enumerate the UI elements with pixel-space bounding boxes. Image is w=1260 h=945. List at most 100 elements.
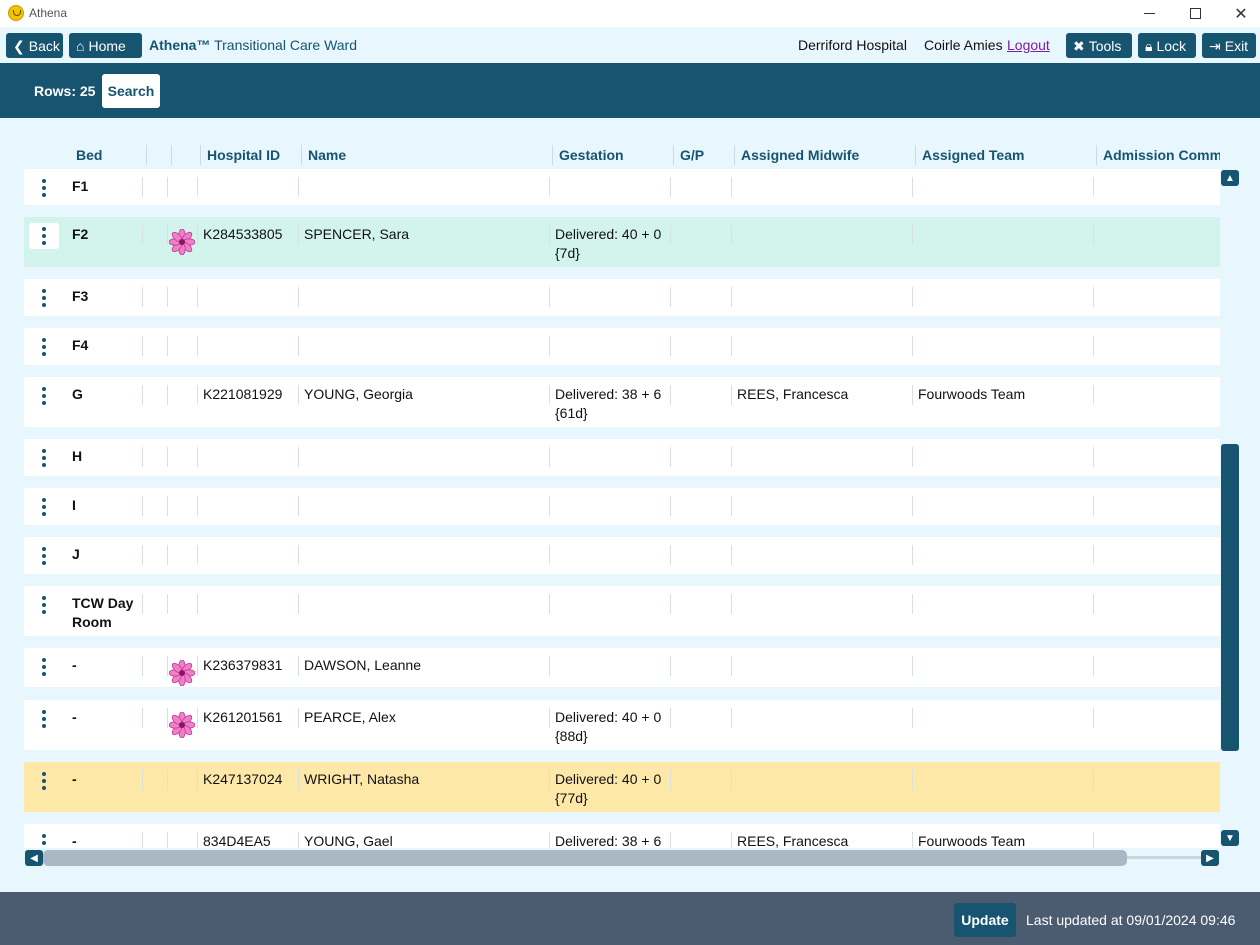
column-divider [549,385,550,405]
column-header-assigned-team[interactable]: Assigned Team [915,145,1097,165]
back-button[interactable]: ❮ Back [6,33,63,58]
kebab-dot-icon [42,463,46,467]
column-divider [1093,287,1094,307]
column-divider [670,770,671,790]
scroll-up-button[interactable]: ▲ [1221,170,1239,186]
kebab-dot-icon [42,505,46,509]
lock-button[interactable]: 🔒︎ Lock [1138,33,1196,58]
window-titlebar: Athena ✕ [0,0,1260,27]
row-menu-button[interactable] [29,285,59,311]
home-button[interactable]: ⌂ Home [69,33,142,58]
user-name: Coirle Amies [924,37,1003,53]
hospital-id-cell: K221081929 [203,386,283,402]
table-row[interactable]: F2 K284533805 SPENCER, Sara Delivered: 40 +… [24,217,1220,267]
table-row[interactable]: - K261201561 PEARCE, Alex Delivered: 40 + 0… [24,700,1220,750]
last-updated-text: Last updated at 09/01/2024 09:46 [1026,912,1236,928]
column-header-bed[interactable]: Bed [70,145,146,165]
row-menu-button[interactable] [29,494,59,520]
row-menu-button[interactable] [29,543,59,569]
kebab-dot-icon [42,596,46,600]
gestation-cell: Delivered: 40 + 0 {7d} [555,225,668,263]
kebab-dot-icon [42,186,46,190]
logout-link[interactable]: Logout [1007,37,1050,53]
table-row[interactable]: F3 [24,279,1220,316]
kebab-dot-icon [42,786,46,790]
column-divider [1093,656,1094,676]
lock-label: Lock [1156,37,1187,54]
gestation-status: Delivered: 38 + 6 [555,386,662,402]
column-divider [197,770,198,790]
horizontal-scrollbar-thumb[interactable] [43,850,1127,866]
row-menu-button[interactable] [29,592,59,618]
row-menu-button[interactable] [29,383,59,409]
table-row[interactable]: - K247137024 WRIGHT, Natasha Delivered: 40 … [24,762,1220,812]
search-button[interactable]: Search [102,74,160,108]
column-divider [298,594,299,614]
table-row[interactable]: J [24,537,1220,574]
exit-button[interactable]: ⇥ Exit [1202,33,1256,58]
column-divider [1093,225,1094,245]
table-row[interactable]: F4 [24,328,1220,365]
tools-button[interactable]: ✖ Tools [1066,33,1132,58]
scroll-right-button[interactable]: ▶ [1201,850,1219,866]
column-divider [731,545,732,565]
kebab-dot-icon [42,512,46,516]
kebab-dot-icon [42,710,46,714]
exit-icon: ⇥ [1209,37,1221,54]
maximize-button[interactable] [1172,0,1218,27]
row-menu-button[interactable] [29,830,59,848]
column-divider [731,177,732,197]
column-divider [912,832,913,848]
column-header-gp[interactable]: G/P [673,145,735,165]
column-header-hospital-id[interactable]: Hospital ID [200,145,302,165]
kebab-dot-icon [42,554,46,558]
column-divider [167,336,168,356]
table-row[interactable]: - K236379831 DAWSON, Leanne [24,648,1220,687]
table-row[interactable]: F1 [24,169,1220,205]
column-divider [197,496,198,516]
hospital-id-cell: K284533805 [203,226,283,242]
home-icon: ⌂ [76,37,85,54]
scroll-left-button[interactable]: ◀ [25,850,43,866]
row-menu-button[interactable] [29,706,59,732]
column-divider [549,708,550,728]
column-divider [670,336,671,356]
column-header-admission-comment[interactable]: Admission Comm [1096,145,1220,165]
column-header-gestation[interactable]: Gestation [552,145,674,165]
table-row[interactable]: TCW Day Room [24,586,1220,636]
column-divider [167,656,168,676]
table-row[interactable]: - 834D4EA5 YOUNG, Gael Delivered: 38 + 6 REE… [24,824,1220,848]
update-button[interactable]: Update [954,903,1016,937]
gestation-status: Delivered: 40 + 0 [555,709,662,725]
row-menu-button[interactable] [29,223,59,249]
hospital-id-cell: 834D4EA5 [203,833,271,848]
column-divider [197,656,198,676]
column-divider [912,177,913,197]
row-menu-button[interactable] [29,768,59,794]
vertical-scrollbar-thumb[interactable] [1221,444,1239,751]
row-menu-button[interactable] [29,175,59,201]
column-divider [142,225,143,245]
column-header-name[interactable]: Name [301,145,553,165]
close-window-button[interactable]: ✕ [1218,0,1260,27]
scroll-down-button[interactable]: ▼ [1221,830,1239,846]
table-row[interactable]: I [24,488,1220,525]
bed-cell: F4 [72,337,89,353]
hospital-id-cell: K247137024 [203,771,283,787]
column-divider [549,447,550,467]
gestation-cell: Delivered: 38 + 6 [555,832,668,848]
row-menu-button[interactable] [29,654,59,680]
kebab-dot-icon [42,345,46,349]
table-row[interactable]: H [24,439,1220,476]
column-divider [912,545,913,565]
row-menu-button[interactable] [29,334,59,360]
column-divider [142,177,143,197]
column-header-assigned-midwife[interactable]: Assigned Midwife [734,145,916,165]
column-divider [298,770,299,790]
minimize-button[interactable] [1126,0,1172,27]
kebab-dot-icon [42,352,46,356]
gestation-status: Delivered: 40 + 0 [555,226,662,242]
row-menu-button[interactable] [29,445,59,471]
table-row[interactable]: G K221081929 YOUNG, Georgia Delivered: 38 +… [24,377,1220,427]
name-cell: YOUNG, Gael [304,833,393,848]
